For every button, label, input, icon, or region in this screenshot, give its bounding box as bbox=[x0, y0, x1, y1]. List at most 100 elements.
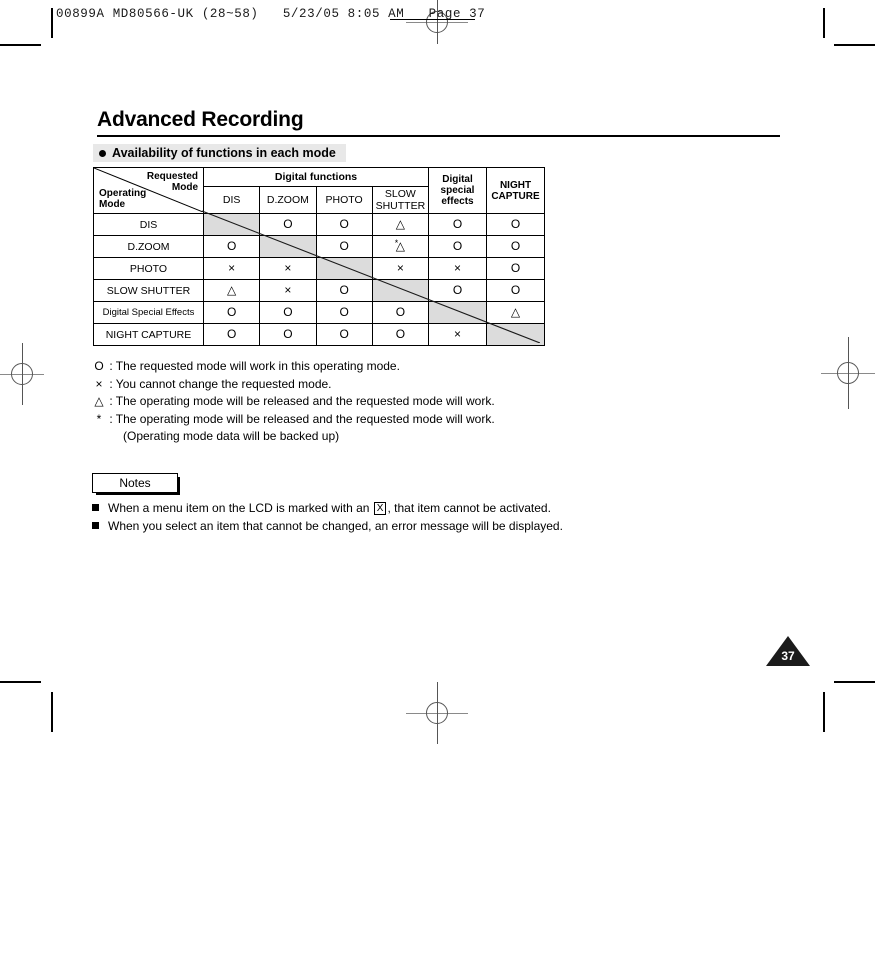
section-heading: Availability of functions in each mode bbox=[93, 144, 346, 162]
table-row: D.ZOOM O O * △ O O bbox=[93, 235, 545, 258]
column-header-dis: DIS bbox=[202, 186, 261, 214]
page-title: Advanced Recording bbox=[97, 108, 304, 131]
cell-photo-digital-special-effects: × bbox=[428, 257, 487, 280]
table-corner-cell: Requested Mode Operating Mode bbox=[93, 167, 204, 214]
crop-mark-bottom-left-vertical bbox=[51, 692, 53, 732]
column-header-night-capture: NIGHT CAPTURE bbox=[486, 167, 545, 214]
cell-symbol: O bbox=[226, 305, 237, 319]
legend-symbol: △ bbox=[94, 394, 104, 408]
cell-slow-shutter-night-capture: O bbox=[486, 279, 545, 302]
crop-mark-right-upper-horizontal bbox=[834, 44, 875, 46]
cell-symbol: O bbox=[339, 239, 349, 253]
cell-night-capture-slow-shutter: O bbox=[371, 323, 430, 346]
legend-symbol: * bbox=[96, 411, 102, 426]
notes-label: Notes bbox=[119, 476, 151, 490]
legend-text: : The operating mode will be released an… bbox=[106, 394, 495, 408]
note-item-1: When a menu item on the LCD is marked wi… bbox=[92, 501, 551, 516]
page-number-badge: 37 bbox=[766, 636, 810, 666]
cell-digital-special-effects-digital-special-effects bbox=[428, 301, 487, 324]
cell-photo-dis: × bbox=[202, 257, 261, 280]
cell-symbol: O bbox=[283, 217, 293, 231]
crop-mark-top-right-vertical bbox=[823, 8, 825, 38]
table-row: SLOW SHUTTER △ × O O O bbox=[93, 279, 545, 302]
cell-symbol: O bbox=[283, 327, 293, 341]
cell-dis-photo: O bbox=[315, 213, 373, 236]
cell-symbol: △ bbox=[510, 305, 521, 319]
cell-dis-dis bbox=[202, 213, 261, 236]
cell-dis-digital-special-effects: O bbox=[428, 213, 487, 236]
cell-symbol: × bbox=[284, 283, 292, 297]
section-heading-label: Availability of functions in each mode bbox=[112, 146, 336, 160]
crop-mark-left-lower-horizontal bbox=[0, 681, 41, 683]
cell-photo-slow-shutter: × bbox=[371, 257, 430, 280]
cell-dis-dzoom: O bbox=[259, 213, 317, 236]
cell-symbol: O bbox=[339, 305, 349, 319]
cell-night-capture-dis: O bbox=[202, 323, 261, 346]
column-header-digital-special-effects: Digital special effects bbox=[428, 167, 487, 214]
note-item-1-text: When a menu item on the LCD is marked wi… bbox=[108, 501, 551, 516]
legend-symbol: O bbox=[94, 359, 104, 373]
cell-photo-dzoom: × bbox=[259, 257, 317, 280]
cell-night-capture-dzoom: O bbox=[259, 323, 317, 346]
cell-symbol: O bbox=[395, 305, 406, 319]
crop-mark-right-lower-horizontal bbox=[834, 681, 875, 683]
table-row: PHOTO × × × × O bbox=[93, 257, 545, 280]
legend-text: : The operating mode will be released an… bbox=[106, 411, 495, 426]
column-header-dzoom: D.ZOOM bbox=[259, 186, 317, 214]
note-item-1-after: , that item cannot be activated. bbox=[387, 501, 551, 515]
cell-symbol: O bbox=[510, 283, 521, 297]
row-header-dis: DIS bbox=[93, 213, 204, 236]
cell-night-capture-photo: O bbox=[315, 323, 373, 346]
row-header-d-zoom: D.ZOOM bbox=[93, 235, 204, 258]
boxed-x-icon: X bbox=[373, 502, 387, 515]
crop-mark-top-left-vertical bbox=[51, 8, 53, 38]
cell-symbol: O bbox=[283, 305, 293, 319]
row-header-night-capture: NIGHT CAPTURE bbox=[93, 323, 204, 346]
cell-symbol: O bbox=[452, 239, 463, 253]
column-group-digital-functions: Digital functions bbox=[203, 167, 429, 187]
cell-slow-shutter-slow-shutter bbox=[371, 279, 430, 302]
table-row: DIS O O △ O O bbox=[93, 213, 545, 236]
legend-row: * : The operating mode will be released … bbox=[92, 411, 495, 429]
cell-photo-night-capture: O bbox=[486, 257, 545, 280]
table-row: Digital Special Effects O O O O △ bbox=[93, 301, 545, 324]
cell-symbol: × bbox=[284, 261, 292, 275]
row-header-slow-shutter: SLOW SHUTTER bbox=[93, 279, 204, 302]
page-number: 37 bbox=[781, 649, 795, 663]
table-header-row-group: Requested Mode Operating Mode Digital func… bbox=[93, 167, 545, 214]
square-bullet-icon bbox=[92, 522, 99, 529]
legend-continuation: (Operating mode data will be backed up) bbox=[123, 429, 340, 443]
cell-symbol: O bbox=[452, 283, 463, 297]
cell-symbol: × bbox=[453, 327, 461, 341]
legend-text: : The requested mode will work in this o… bbox=[106, 359, 400, 373]
column-header-slow-shutter: SLOW SHUTTER bbox=[371, 186, 430, 214]
cell-symbol: △ bbox=[227, 283, 237, 297]
cell-symbol: O bbox=[452, 217, 463, 231]
cell-symbol: O bbox=[510, 217, 521, 231]
cell-d-zoom-dzoom bbox=[259, 235, 317, 258]
cell-digital-special-effects-slow-shutter: O bbox=[371, 301, 430, 324]
crop-mark-left-upper-horizontal bbox=[0, 44, 41, 46]
cell-night-capture-digital-special-effects: × bbox=[428, 323, 487, 346]
registration-mark-left bbox=[0, 343, 44, 405]
cell-symbol: O bbox=[339, 283, 349, 297]
table-row: NIGHT CAPTURE O O O O × bbox=[93, 323, 545, 346]
cell-digital-special-effects-dzoom: O bbox=[259, 301, 317, 324]
bullet-icon bbox=[99, 149, 106, 157]
cell-symbol: △ bbox=[395, 217, 405, 231]
cell-d-zoom-dis: O bbox=[202, 235, 261, 258]
cell-symbol: O bbox=[339, 327, 349, 341]
corner-diagonal-icon bbox=[94, 168, 203, 212]
cell-photo-photo bbox=[315, 257, 373, 280]
row-header-digital-special-effects: Digital Special Effects bbox=[93, 301, 204, 324]
crop-mark-bottom-right-vertical bbox=[823, 692, 825, 732]
cell-night-capture-night-capture bbox=[486, 323, 545, 346]
column-header-photo: PHOTO bbox=[315, 186, 373, 214]
legend-row: O : The requested mode will work in this… bbox=[92, 358, 495, 376]
note-item-2-text: When you select an item that cannot be c… bbox=[108, 519, 563, 533]
cell-d-zoom-night-capture: O bbox=[486, 235, 545, 258]
cell-symbol: O bbox=[339, 217, 349, 231]
cell-slow-shutter-dis: △ bbox=[202, 279, 261, 302]
legend-row: △ : The operating mode will be released … bbox=[92, 393, 495, 411]
cell-slow-shutter-dzoom: × bbox=[259, 279, 317, 302]
